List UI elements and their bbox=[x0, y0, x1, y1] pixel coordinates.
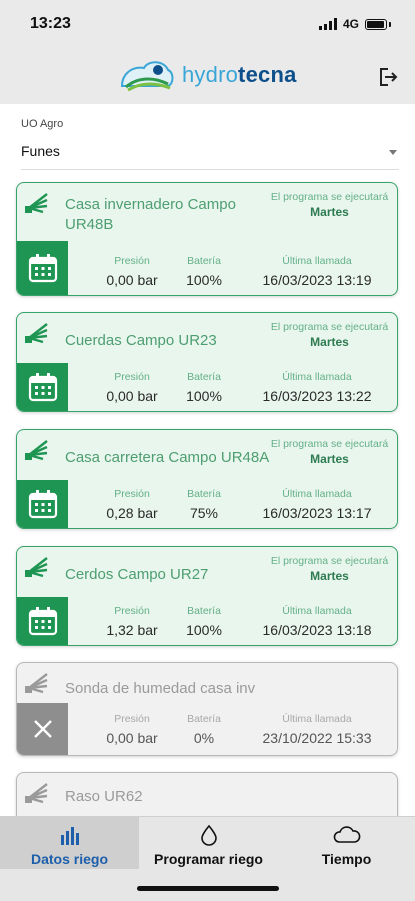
device-card-inactive[interactable]: Sonda de humedad casa inv Presión 0,00 b… bbox=[16, 662, 398, 756]
battery-value: 75% bbox=[189, 505, 219, 521]
program-day: Martes bbox=[310, 205, 349, 219]
farm-select[interactable]: Funes bbox=[21, 143, 399, 170]
calendar-button[interactable] bbox=[17, 363, 68, 411]
battery-tip bbox=[389, 21, 391, 27]
tab-datos-riego[interactable]: Datos riego bbox=[0, 817, 139, 869]
battery-metric: Batería 100% bbox=[167, 255, 241, 288]
logo-text: hydrotecna bbox=[182, 62, 297, 88]
last-call-value: 16/03/2023 13:17 bbox=[262, 505, 372, 521]
battery-value: 100% bbox=[186, 272, 222, 288]
last-call-metric: Última llamada 23/10/2022 15:33 bbox=[242, 713, 392, 746]
program-label: El programa se ejecutará bbox=[270, 555, 389, 567]
battery-icon bbox=[365, 18, 387, 30]
battery-label: Batería bbox=[187, 488, 221, 500]
device-card[interactable]: Cuerdas Campo UR23 El programa se ejecut… bbox=[16, 312, 398, 412]
last-call-label: Última llamada bbox=[282, 371, 352, 383]
tab-label: Tiempo bbox=[321, 851, 372, 867]
program-label: El programa se ejecutará bbox=[270, 321, 389, 333]
last-call-label: Última llamada bbox=[282, 255, 352, 267]
battery-metric: Batería 100% bbox=[167, 605, 241, 638]
bar-chart-icon bbox=[60, 827, 79, 845]
battery-value: 100% bbox=[186, 388, 222, 404]
tab-programar-riego[interactable]: Programar riego bbox=[139, 817, 278, 869]
sprinkler-icon bbox=[25, 783, 48, 804]
battery-metric: Batería 0% bbox=[167, 713, 241, 746]
device-name: Casa carretera Campo UR48A bbox=[65, 449, 270, 466]
sprinkler-icon bbox=[25, 673, 48, 694]
calendar-icon bbox=[28, 373, 57, 402]
cloud-icon bbox=[333, 826, 360, 843]
battery-label: Batería bbox=[187, 255, 221, 267]
last-call-metric: Última llamada 16/03/2023 13:17 bbox=[242, 488, 392, 521]
signal-icon bbox=[318, 18, 337, 30]
last-call-label: Última llamada bbox=[282, 488, 352, 500]
water-drop-icon bbox=[200, 824, 217, 846]
last-call-value: 16/03/2023 13:18 bbox=[262, 622, 372, 638]
device-card[interactable]: Casa carretera Campo UR48A El programa s… bbox=[16, 429, 398, 529]
last-call-metric: Última llamada 16/03/2023 13:19 bbox=[242, 255, 392, 288]
battery-value: 100% bbox=[186, 622, 222, 638]
last-call-label: Última llamada bbox=[282, 605, 352, 617]
calendar-icon bbox=[28, 254, 57, 283]
home-indicator[interactable] bbox=[137, 886, 279, 891]
app-logo: hydrotecna bbox=[118, 56, 297, 94]
sprinkler-icon bbox=[25, 440, 48, 461]
battery-label: Batería bbox=[187, 605, 221, 617]
last-call-value: 23/10/2022 15:33 bbox=[262, 730, 372, 746]
device-card[interactable]: Cerdos Campo UR27 El programa se ejecuta… bbox=[16, 546, 398, 646]
calendar-button[interactable] bbox=[17, 241, 68, 295]
sprinkler-icon bbox=[25, 557, 48, 578]
program-day: Martes bbox=[310, 569, 349, 583]
offline-indicator bbox=[17, 703, 68, 755]
tab-label: Datos riego bbox=[30, 851, 108, 867]
device-card[interactable]: Casa invernadero Campo UR48B El programa… bbox=[16, 182, 398, 296]
calendar-icon bbox=[28, 490, 57, 519]
logo-mark-icon bbox=[120, 61, 174, 92]
close-icon bbox=[33, 720, 52, 738]
uo-label: UO Agro bbox=[21, 118, 64, 130]
battery-label: Batería bbox=[187, 713, 221, 725]
last-call-metric: Última llamada 16/03/2023 13:18 bbox=[242, 605, 392, 638]
program-label: El programa se ejecutará bbox=[270, 438, 389, 450]
calendar-button[interactable] bbox=[17, 480, 68, 528]
program-day: Martes bbox=[310, 335, 349, 349]
calendar-button[interactable] bbox=[17, 597, 68, 645]
device-name: Sonda de humedad casa inv bbox=[65, 680, 256, 697]
last-call-metric: Última llamada 16/03/2023 13:22 bbox=[242, 371, 392, 404]
farm-select-value: Funes bbox=[21, 143, 60, 159]
battery-metric: Batería 100% bbox=[167, 371, 241, 404]
sprinkler-icon bbox=[25, 193, 48, 214]
top-bar: 13:23 4G hydrotecna bbox=[0, 0, 415, 104]
device-name: Cerdos Campo UR27 bbox=[65, 566, 209, 583]
status-indicators: 4G bbox=[318, 17, 391, 31]
logout-icon[interactable] bbox=[377, 66, 399, 88]
device-name: Raso UR62 bbox=[65, 788, 143, 805]
battery-value: 0% bbox=[193, 730, 215, 746]
device-name: Casa invernadero Campo UR48B bbox=[65, 196, 236, 233]
tab-tiempo[interactable]: Tiempo bbox=[278, 817, 415, 869]
battery-label: Batería bbox=[187, 371, 221, 383]
last-call-value: 16/03/2023 13:19 bbox=[262, 272, 372, 288]
last-call-label: Última llamada bbox=[282, 713, 352, 725]
program-day: Martes bbox=[310, 452, 349, 466]
chevron-down-icon bbox=[389, 150, 397, 155]
network-type: 4G bbox=[342, 17, 359, 31]
program-label: El programa se ejecutará bbox=[270, 191, 389, 203]
sprinkler-icon bbox=[25, 323, 48, 344]
device-name: Cuerdas Campo UR23 bbox=[65, 332, 217, 349]
logo-text-tecna: tecna bbox=[238, 62, 297, 87]
logo-text-hydro: hydro bbox=[182, 62, 239, 87]
last-call-value: 16/03/2023 13:22 bbox=[262, 388, 372, 404]
calendar-icon bbox=[28, 607, 57, 636]
tab-label: Programar riego bbox=[154, 851, 263, 867]
battery-metric: Batería 75% bbox=[167, 488, 241, 521]
status-time: 13:23 bbox=[30, 15, 71, 32]
